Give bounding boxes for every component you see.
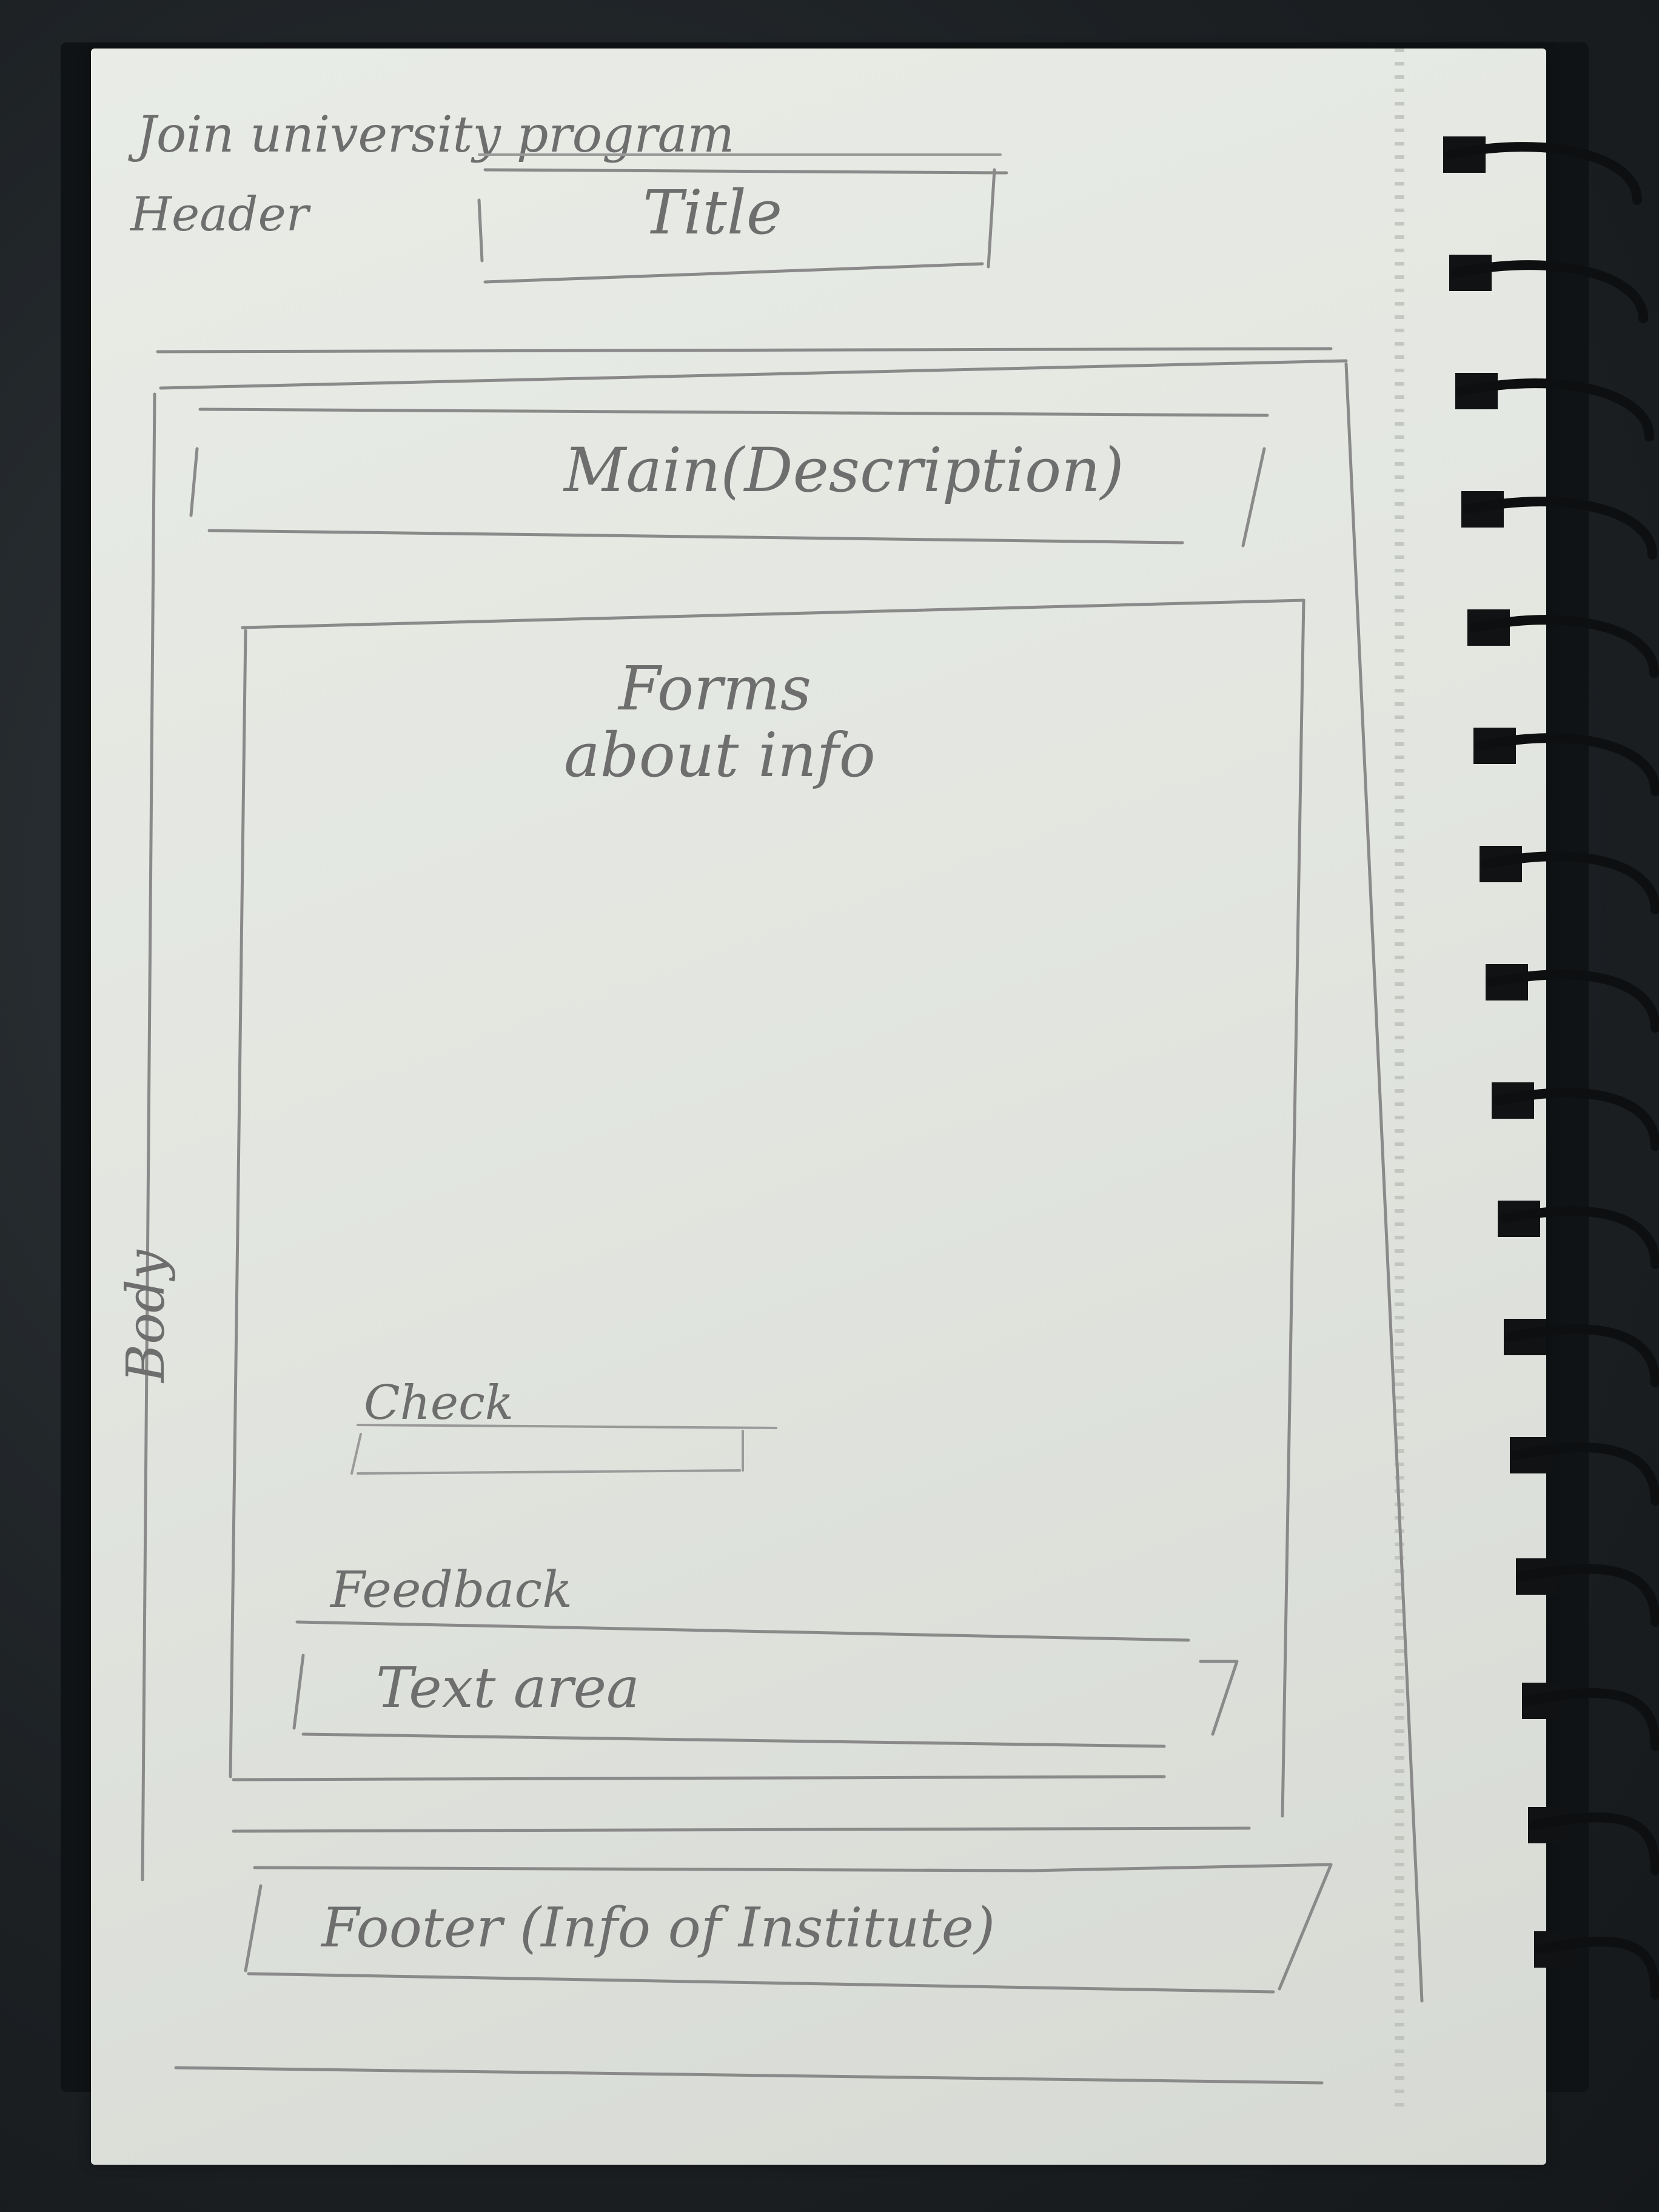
footer-box-top — [253, 1863, 1333, 1872]
title-box-label: Title — [643, 177, 782, 248]
spiral-ring — [1511, 1443, 1659, 1506]
textarea-bottom — [301, 1732, 1166, 1748]
main-box-bottom — [207, 529, 1184, 545]
spiral-ring — [1523, 1688, 1659, 1751]
title-box-bottom — [483, 262, 984, 284]
main-box-right — [1241, 447, 1266, 548]
forms-box-top — [241, 598, 1305, 629]
main-box-top — [198, 407, 1269, 417]
spiral-ring — [1517, 1564, 1659, 1627]
page-bottom-line — [174, 2066, 1324, 2085]
spiral-ring — [1505, 1324, 1659, 1387]
title-box-top — [483, 168, 1008, 175]
forms-title-line1: Forms — [617, 653, 811, 724]
spiral-ring — [1499, 1206, 1659, 1269]
textarea-top — [295, 1620, 1190, 1642]
forms-box-right — [1281, 598, 1305, 1818]
spiral-ring — [1529, 1812, 1659, 1875]
title-box-right — [987, 168, 996, 269]
footer-box-left — [244, 1884, 263, 1972]
textarea-right — [1199, 1660, 1239, 1736]
body-label: Body — [116, 1249, 176, 1384]
forms-box-bottom — [232, 1775, 1166, 1781]
spiral-ring — [1475, 733, 1659, 796]
main-box-label: Main(Description) — [563, 435, 1124, 506]
spiral-ring — [1493, 1088, 1659, 1151]
body-bottom-divider — [232, 1826, 1251, 1833]
footer-box-right — [1278, 1863, 1333, 1991]
body-outline-left — [141, 392, 156, 1882]
spiral-ring — [1481, 851, 1659, 914]
wireframe-sketch: Join university program Header Title Bod… — [116, 106, 1659, 2085]
body-outline-right — [1344, 362, 1424, 2003]
spiral-ring — [1469, 615, 1659, 678]
title-box-left — [477, 198, 484, 263]
forms-box-left — [229, 629, 247, 1778]
textarea-label: Text area — [376, 1655, 640, 1720]
header-label: Header — [129, 187, 312, 242]
textarea-left — [292, 1654, 305, 1730]
body-outline-top — [159, 359, 1348, 390]
footer-box-label: Footer (Info of Institute) — [320, 1896, 995, 1960]
check-field-bottom — [357, 1469, 741, 1475]
header-divider — [156, 347, 1333, 354]
check-label: Check — [364, 1376, 514, 1430]
spiral-ring — [1535, 1937, 1659, 2000]
spiral-binding — [1443, 136, 1659, 2000]
footer-box-bottom — [247, 1972, 1275, 1994]
main-box-left — [189, 447, 199, 517]
feedback-label: Feedback — [329, 1561, 572, 1619]
check-field-left — [350, 1433, 362, 1475]
forms-title-line2: about info — [564, 720, 876, 791]
spiral-ring — [1487, 970, 1659, 1033]
